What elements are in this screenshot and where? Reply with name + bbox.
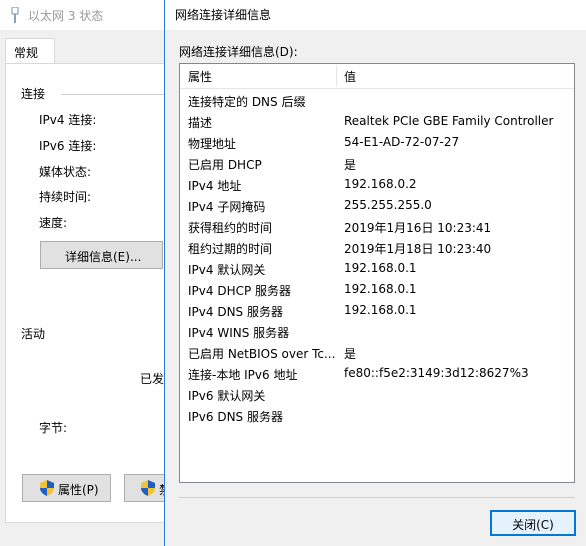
row-property: 已启用 DHCP	[188, 158, 262, 172]
table-row[interactable]: 获得租约的时间 2019年1月16日 10:23:41	[180, 216, 574, 237]
sent-label: 已发	[140, 372, 165, 386]
table-row[interactable]: IPv4 子网掩码 255.255.255.0	[180, 195, 574, 216]
ipv4-connectivity-label: IPv4 连接:	[39, 113, 97, 127]
bytes-label: 字节:	[39, 421, 68, 435]
row-property: IPv4 DHCP 服务器	[188, 284, 292, 298]
row-property: 连接-本地 IPv6 地址	[188, 368, 298, 382]
general-panel: 连接 IPv4 连接: IPv6 连接: 媒体状态: 持续时间: 速度: 详细信…	[5, 63, 171, 523]
row-value: 192.168.0.1	[344, 282, 417, 296]
row-value: 2019年1月16日 10:23:41	[344, 221, 492, 235]
ethernet-status-window: 以太网 3 状态 常规 连接 IPv4 连接: IPv6 连接: 媒体状态: 持…	[0, 0, 171, 546]
table-row[interactable]: 租约过期的时间 2019年1月18日 10:23:40	[180, 237, 574, 258]
status-window-titlebar[interactable]: 以太网 3 状态	[0, 0, 170, 30]
network-cable-icon	[11, 7, 19, 23]
listview-header: 属性 值	[180, 64, 574, 89]
row-property: 获得租约的时间	[188, 221, 273, 235]
properties-button-label: 属性(P)	[58, 483, 99, 497]
row-property: 物理地址	[188, 137, 237, 151]
details-button[interactable]: 详细信息(E)...	[40, 241, 163, 269]
table-row[interactable]: 已启用 NetBIOS over Tc... 是	[180, 342, 574, 363]
close-button-label: 关闭(C)	[512, 518, 554, 532]
table-row[interactable]: 连接特定的 DNS 后缀	[180, 90, 574, 111]
row-property: IPv6 DNS 服务器	[188, 410, 283, 424]
uac-shield-icon	[141, 480, 155, 496]
row-value: 2019年1月18日 10:23:40	[344, 242, 492, 256]
row-property: IPv4 子网掩码	[188, 200, 266, 214]
table-row[interactable]: 物理地址 54-E1-AD-72-07-27	[180, 132, 574, 153]
connection-section-label: 连接	[21, 87, 46, 101]
activity-section-label: 活动	[21, 327, 46, 341]
details-list-label: 网络连接详细信息(D):	[179, 45, 298, 59]
row-property: 描述	[188, 116, 213, 130]
row-property: 连接特定的 DNS 后缀	[188, 95, 306, 109]
duration-label: 持续时间:	[39, 190, 92, 204]
table-row[interactable]: IPv4 默认网关 192.168.0.1	[180, 258, 574, 279]
row-property: 租约过期的时间	[188, 242, 273, 256]
row-value: 54-E1-AD-72-07-27	[344, 135, 460, 149]
status-window-title: 以太网 3 状态	[28, 9, 104, 23]
row-property: 已启用 NetBIOS over Tc...	[188, 347, 336, 361]
speed-label: 速度:	[39, 216, 68, 230]
network-details-dialog: 网络连接详细信息 网络连接详细信息(D): 属性 值 连接特定的 DNS 后缀描…	[164, 0, 586, 546]
table-row[interactable]: IPv6 DNS 服务器	[180, 405, 574, 426]
row-value: 是	[344, 158, 357, 172]
listview-rows: 连接特定的 DNS 后缀 描述 Realtek PCIe GBE Family Co…	[180, 90, 574, 426]
dialog-titlebar[interactable]: 网络连接详细信息	[165, 0, 586, 30]
details-button-label: 详细信息(E)...	[65, 250, 142, 264]
row-value: 192.168.0.1	[344, 261, 417, 275]
details-listview[interactable]: 属性 值 连接特定的 DNS 后缀 描述 Realtek PCIe GBE Fami…	[179, 63, 575, 483]
row-value: Realtek PCIe GBE Family Controller	[344, 114, 554, 128]
column-header-property[interactable]: 属性	[188, 68, 212, 85]
ipv6-connectivity-label: IPv6 连接:	[39, 139, 97, 153]
table-row[interactable]: IPv4 地址 192.168.0.2	[180, 174, 574, 195]
row-property: IPv4 默认网关	[188, 263, 266, 277]
table-row[interactable]: IPv4 DHCP 服务器 192.168.0.1	[180, 279, 574, 300]
row-value: 是	[344, 347, 357, 361]
row-property: IPv6 默认网关	[188, 389, 266, 403]
uac-shield-icon	[40, 480, 54, 496]
column-header-value[interactable]: 值	[344, 68, 356, 85]
tab-general-label: 常规	[14, 46, 39, 60]
row-value: 255.255.255.0	[344, 198, 432, 212]
table-row[interactable]: 描述 Realtek PCIe GBE Family Controller	[180, 111, 574, 132]
row-property: IPv4 DNS 服务器	[188, 305, 283, 319]
dialog-divider	[179, 497, 575, 498]
row-property: IPv4 地址	[188, 179, 242, 193]
close-button[interactable]: 关闭(C)	[490, 510, 576, 536]
column-separator[interactable]	[336, 66, 337, 86]
dialog-title: 网络连接详细信息	[175, 8, 272, 22]
table-row[interactable]: IPv4 WINS 服务器	[180, 321, 574, 342]
properties-button[interactable]: 属性(P)	[22, 474, 111, 502]
row-value: 192.168.0.2	[344, 177, 417, 191]
row-property: IPv4 WINS 服务器	[188, 326, 290, 340]
tab-general[interactable]: 常规	[5, 38, 55, 64]
table-row[interactable]: 连接-本地 IPv6 地址 fe80::f5e2:3149:3d12:8627%3	[180, 363, 574, 384]
table-row[interactable]: IPv4 DNS 服务器 192.168.0.1	[180, 300, 574, 321]
table-row[interactable]: 已启用 DHCP 是	[180, 153, 574, 174]
row-value: 192.168.0.1	[344, 303, 417, 317]
table-row[interactable]: IPv6 默认网关	[180, 384, 574, 405]
connection-divider	[61, 94, 171, 95]
media-state-label: 媒体状态:	[39, 165, 92, 179]
row-value: fe80::f5e2:3149:3d12:8627%3	[344, 366, 529, 380]
